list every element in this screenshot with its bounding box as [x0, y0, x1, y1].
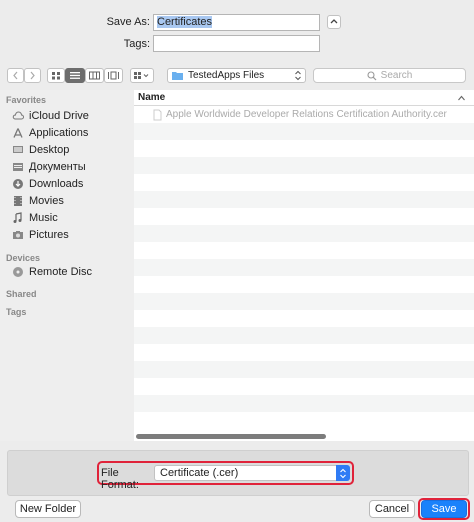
sidebar-section-shared: Shared	[6, 289, 37, 299]
sidebar-item-movies[interactable]: Movies	[12, 193, 64, 209]
sidebar-item-label: Applications	[29, 127, 89, 139]
sidebar-item-label: Документы	[29, 161, 86, 173]
collapse-button[interactable]	[327, 15, 341, 29]
sidebar-item-downloads[interactable]: Downloads	[12, 176, 83, 192]
new-folder-button[interactable]: New Folder	[15, 500, 81, 518]
applications-icon	[13, 128, 23, 138]
popup-arrows-icon	[340, 468, 346, 478]
column-view-button[interactable]	[85, 68, 104, 83]
save-as-label: Save As:	[106, 16, 150, 28]
chevron-right-icon	[30, 71, 35, 80]
sidebar-item-label: Downloads	[29, 178, 84, 190]
column-name-label: Name	[138, 92, 166, 103]
empty-row	[134, 412, 474, 429]
pictures-icon	[13, 231, 23, 239]
sidebar-item-label: Desktop	[29, 144, 70, 156]
empty-row	[134, 225, 474, 242]
sidebar-item-label: Movies	[29, 195, 64, 207]
search-field[interactable]: Search	[313, 68, 466, 83]
empty-row	[134, 293, 474, 310]
table-row[interactable]: Apple Worldwide Developer Relations Cert…	[134, 106, 474, 123]
music-icon	[13, 212, 22, 223]
search-icon	[367, 70, 377, 80]
sidebar-item-desktop[interactable]: Desktop	[12, 142, 69, 158]
empty-row	[134, 123, 474, 140]
coverflow-icon	[108, 71, 119, 80]
empty-row	[134, 361, 474, 378]
sidebar-item-documents[interactable]: Документы	[12, 159, 86, 175]
file-name: Apple Worldwide Developer Relations Cert…	[166, 109, 447, 120]
sidebar-item-icloud-drive[interactable]: iCloud Drive	[12, 108, 89, 124]
list-icon	[70, 72, 80, 79]
sidebar-item-music[interactable]: Music	[12, 210, 58, 226]
sidebar: Favorites iCloud Drive Applications Desk…	[0, 90, 135, 441]
file-list[interactable]: Name Apple Worldwide Developer Relations…	[134, 90, 474, 441]
location-popup[interactable]: TestedApps Files	[167, 68, 306, 83]
movies-icon	[14, 196, 22, 206]
sidebar-item-label: iCloud Drive	[29, 110, 89, 122]
desktop-icon	[13, 146, 23, 153]
empty-row	[134, 378, 474, 395]
chevron-up-icon	[330, 19, 338, 24]
empty-row	[134, 242, 474, 259]
file-format-value: Certificate (.cer)	[160, 467, 239, 479]
icon-view-button[interactable]	[47, 68, 65, 83]
cancel-button[interactable]: Cancel	[369, 500, 415, 518]
empty-row	[134, 157, 474, 174]
sidebar-section-devices: Devices	[6, 253, 41, 263]
empty-row	[134, 344, 474, 361]
location-label: TestedApps Files	[188, 70, 265, 81]
sort-chevron-icon	[458, 95, 465, 101]
file-format-label: File Format:	[101, 467, 139, 491]
empty-row	[134, 140, 474, 157]
empty-row	[134, 395, 474, 412]
folder-icon	[172, 72, 183, 80]
arrange-icon	[134, 72, 149, 79]
disc-icon	[13, 267, 23, 277]
empty-row	[134, 310, 474, 327]
forward-button[interactable]	[24, 68, 41, 83]
save-button[interactable]: Save	[421, 500, 467, 518]
empty-row	[134, 174, 474, 191]
columns-icon	[89, 71, 100, 80]
empty-row	[134, 191, 474, 208]
sidebar-item-label: Pictures	[29, 229, 69, 241]
cloud-icon	[12, 111, 24, 120]
file-format-select[interactable]: Certificate (.cer)	[154, 465, 350, 481]
coverflow-view-button[interactable]	[104, 68, 123, 83]
arrange-button[interactable]	[130, 68, 154, 83]
sidebar-item-label: Remote Disc	[29, 266, 92, 278]
downloads-icon	[13, 179, 23, 189]
column-header[interactable]: Name	[134, 90, 474, 106]
chevron-left-icon	[13, 71, 18, 80]
tags-label: Tags:	[123, 38, 150, 50]
save-as-field[interactable]: Certificates	[153, 14, 320, 31]
sidebar-item-pictures[interactable]: Pictures	[12, 227, 69, 243]
search-placeholder: Search	[380, 70, 413, 81]
grid-icon	[52, 72, 60, 80]
horizontal-scrollbar[interactable]	[136, 434, 326, 439]
documents-icon	[13, 163, 23, 171]
sidebar-item-label: Music	[29, 212, 58, 224]
back-button[interactable]	[7, 68, 24, 83]
empty-row	[134, 259, 474, 276]
tags-field[interactable]	[153, 35, 320, 52]
save-as-value: Certificates	[157, 16, 213, 28]
sidebar-item-applications[interactable]: Applications	[12, 125, 88, 141]
empty-row	[134, 327, 474, 344]
sidebar-section-tags: Tags	[6, 307, 27, 317]
sidebar-section-favorites: Favorites	[6, 95, 47, 105]
sidebar-item-remote-disc[interactable]: Remote Disc	[12, 264, 92, 280]
empty-row	[134, 276, 474, 293]
list-view-button[interactable]	[65, 68, 85, 83]
popup-arrows-icon	[295, 70, 301, 81]
file-icon	[153, 109, 162, 121]
empty-row	[134, 208, 474, 225]
popup-stepper	[336, 465, 350, 481]
